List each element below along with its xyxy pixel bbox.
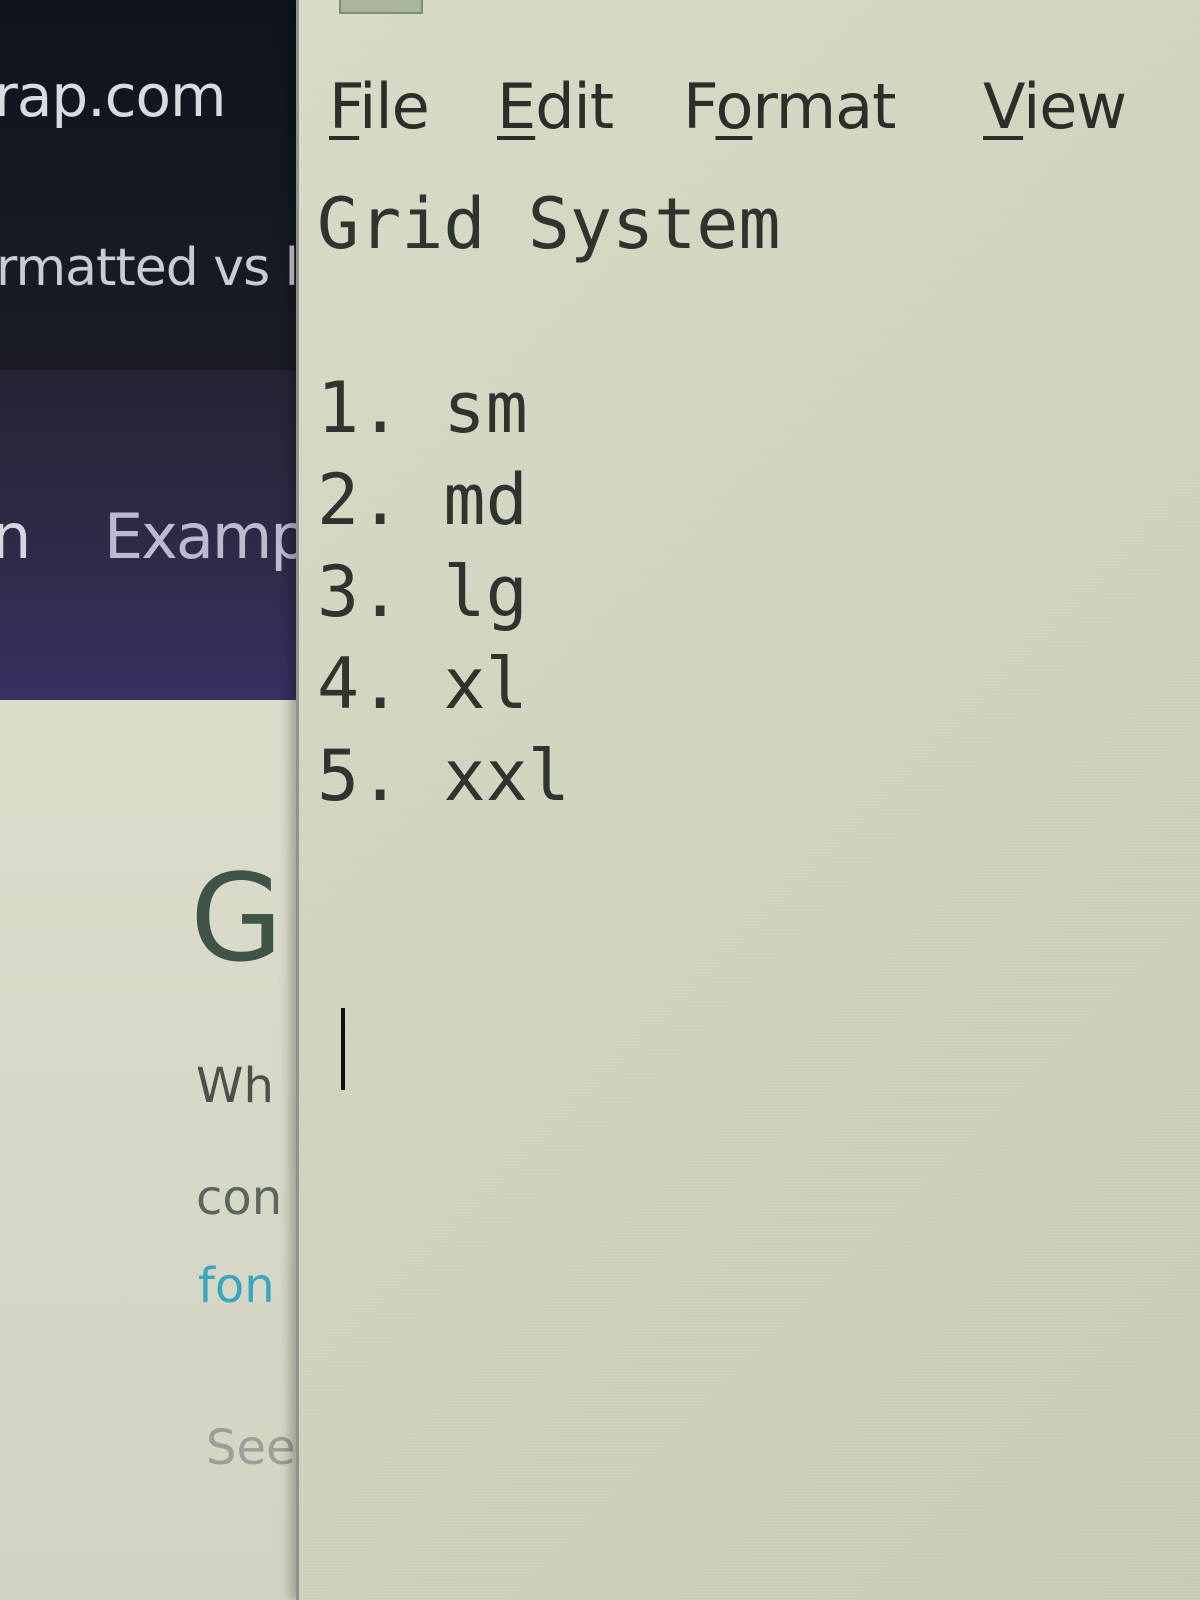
- menu-edit[interactable]: Edit: [497, 70, 614, 143]
- browser-tab-title[interactable]: rmatted vs l: [0, 238, 299, 298]
- site-see-also-text: See: [206, 1420, 296, 1476]
- document-list-line: 4. xl: [317, 643, 528, 725]
- menu-edit-label: dit: [535, 70, 614, 143]
- menu-format-mnemonic: o: [715, 70, 753, 143]
- notepad-text-area[interactable]: Grid System 1. sm 2. md 3. lg 4. xl 5. x…: [317, 178, 1197, 1578]
- menu-file[interactable]: File: [329, 70, 430, 143]
- site-page-heading: G: [190, 850, 283, 989]
- menu-view-label: iew: [1023, 70, 1127, 143]
- text-caret: [341, 1008, 345, 1090]
- browser-url-text[interactable]: rap.com: [0, 62, 227, 130]
- desktop-screen: rap.com rmatted vs l n Examp G Wh con fo…: [0, 0, 1200, 1600]
- site-paragraph-line: con: [196, 1170, 283, 1226]
- site-inline-link[interactable]: fon: [198, 1258, 275, 1314]
- document-list-line: 3. lg: [317, 551, 528, 633]
- menu-format-prefix: F: [683, 70, 716, 143]
- document-list-line: 5. xxl: [317, 735, 570, 817]
- menu-view-mnemonic: V: [983, 70, 1024, 143]
- background-browser-window[interactable]: rap.com rmatted vs l n Examp G Wh con fo…: [0, 0, 310, 1600]
- document-title-line: Grid System: [317, 183, 781, 265]
- site-nav-item[interactable]: n: [0, 500, 31, 573]
- notepad-menubar: File Edit Format View: [299, 60, 1200, 160]
- document-list-line: 2. md: [317, 459, 528, 541]
- menu-file-mnemonic: F: [329, 70, 360, 143]
- menu-format[interactable]: Format: [683, 70, 897, 143]
- menu-view[interactable]: View: [983, 70, 1127, 143]
- site-paragraph-line: Wh: [196, 1058, 274, 1114]
- notepad-titlebar-edge: [339, 0, 423, 14]
- menu-edit-mnemonic: E: [497, 70, 536, 143]
- notepad-window[interactable]: File Edit Format View Grid System 1. sm …: [296, 0, 1200, 1600]
- menu-file-label: ile: [359, 70, 430, 143]
- site-nav-item-examples[interactable]: Examp: [104, 500, 310, 573]
- menu-format-label: rmat: [752, 70, 896, 143]
- browser-header: [0, 0, 310, 370]
- document-blank-line: [317, 270, 1197, 362]
- document-list-line: 1. sm: [317, 367, 528, 449]
